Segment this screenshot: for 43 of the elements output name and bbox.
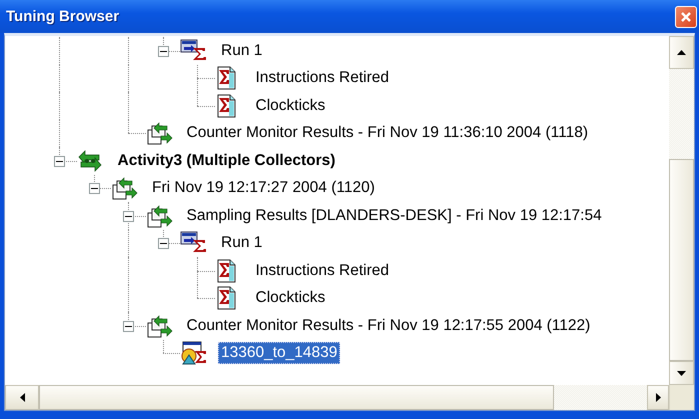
sigma-document-icon xyxy=(214,66,238,90)
sigma-document-icon xyxy=(214,258,238,283)
results-documents-icon xyxy=(146,121,174,146)
down-arrow-icon xyxy=(677,368,686,378)
tree-item[interactable]: Clockticks xyxy=(252,287,328,310)
tree-item[interactable]: 13360_to_14839 xyxy=(218,342,340,364)
scroll-thumb[interactable] xyxy=(669,159,694,361)
sigma-document-icon xyxy=(214,94,238,118)
collapse-toggle[interactable] xyxy=(88,183,100,194)
collapse-toggle[interactable] xyxy=(158,238,168,250)
tree-item[interactable]: Fri Nov 19 12:17:27 2004 (1120) xyxy=(149,177,378,200)
scroll-left-button[interactable] xyxy=(5,385,39,410)
up-arrow-icon xyxy=(677,48,686,57)
scrollbar-corner xyxy=(669,385,694,410)
left-arrow-icon xyxy=(18,393,26,402)
tree-item[interactable]: Sampling Results [DLANDERS-DESK] - Fri Nov 19 12:17:54 xyxy=(184,204,605,227)
tree-item[interactable]: Run 1 xyxy=(218,40,266,62)
collapse-toggle[interactable] xyxy=(123,210,134,222)
results-documents-icon xyxy=(146,204,174,228)
results-documents-icon xyxy=(146,314,174,338)
results-documents-icon xyxy=(111,176,139,200)
scroll-right-button[interactable] xyxy=(647,385,669,410)
tree-item[interactable]: Counter Monitor Results - Fri Nov 19 11:36:10 2004 (1118) xyxy=(184,122,591,144)
tree-item[interactable]: Run 1 xyxy=(218,232,266,254)
collapse-toggle[interactable] xyxy=(123,320,134,332)
tree-item[interactable]: Activity3 (Multiple Collectors) xyxy=(114,150,338,172)
scroll-thumb[interactable] xyxy=(39,385,554,410)
tree-item[interactable]: Instructions Retired xyxy=(252,260,392,282)
close-button[interactable] xyxy=(675,6,697,28)
tree-item[interactable]: Counter Monitor Results - Fri Nov 19 12:17:55 2004 (1122) xyxy=(184,314,594,337)
chart-window-icon xyxy=(180,341,208,366)
tree-item[interactable]: Instructions Retired xyxy=(252,67,392,90)
tree-item[interactable]: Clockticks xyxy=(252,94,328,117)
collapse-toggle[interactable] xyxy=(158,46,168,57)
scroll-down-button[interactable] xyxy=(669,361,694,385)
window-title: Tuning Browser xyxy=(6,8,120,25)
scroll-up-button[interactable] xyxy=(669,36,694,69)
right-arrow-icon xyxy=(654,393,662,402)
double-arrows-icon xyxy=(76,150,102,172)
run-sigma-icon xyxy=(180,38,208,63)
close-icon xyxy=(680,10,692,22)
collapse-toggle[interactable] xyxy=(54,156,65,167)
sigma-document-icon xyxy=(214,286,238,310)
